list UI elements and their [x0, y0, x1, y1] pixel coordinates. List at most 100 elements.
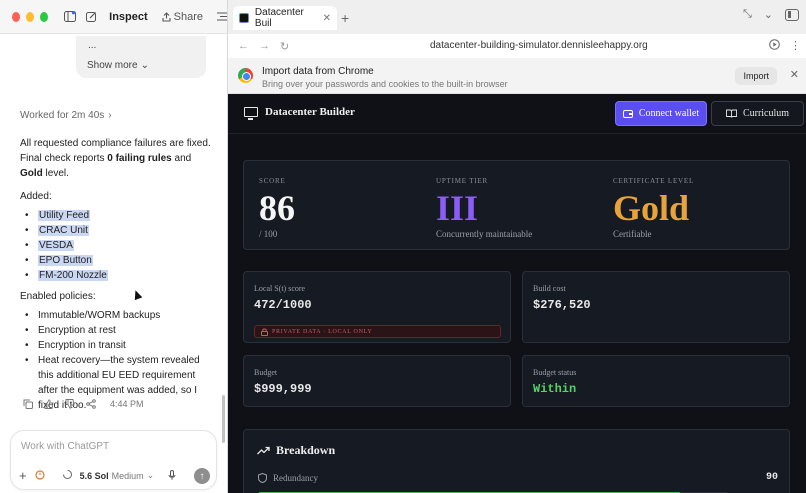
previous-message-ellipsis: ...	[88, 40, 97, 51]
new-tab-icon[interactable]: +	[341, 10, 349, 26]
build-cost-card: Build cost $276,520	[522, 271, 790, 343]
window-controls: ⤡ ⌄	[743, 8, 799, 21]
model-label: 5.6 Sol	[79, 470, 109, 481]
add-attachment-icon[interactable]: +	[19, 468, 27, 483]
thumbs-down-icon[interactable]	[64, 398, 76, 410]
chevron-down-icon[interactable]: ⌄	[764, 8, 773, 21]
uptime-value: III	[436, 188, 479, 228]
connect-wallet-button[interactable]: Connect wallet	[615, 101, 707, 126]
list-item: Immutable/WORM backups	[20, 308, 216, 323]
new-chat-icon[interactable]	[86, 11, 97, 22]
close-tab-icon[interactable]: ✕	[323, 13, 331, 24]
play-icon[interactable]	[769, 39, 780, 53]
close-banner-icon[interactable]: ✕	[790, 68, 799, 81]
copy-icon[interactable]	[22, 398, 34, 410]
share-message-icon[interactable]	[85, 398, 97, 410]
certificate-sub: Certifiable	[613, 229, 652, 239]
list-options-icon[interactable]	[217, 12, 227, 21]
monitor-icon	[244, 107, 258, 120]
redundancy-value: 90	[765, 472, 778, 483]
microphone-icon[interactable]	[168, 469, 176, 482]
share-button[interactable]: Share	[162, 11, 203, 23]
lock-icon	[261, 328, 268, 336]
breakdown-card: Breakdown Redundancy 90	[243, 429, 790, 493]
show-more-button[interactable]: Show more ⌄	[87, 60, 149, 71]
import-button[interactable]: Import	[735, 67, 777, 85]
list-item: CRAC Unit	[20, 223, 216, 238]
list-item: EPO Button	[20, 253, 216, 268]
thumbs-up-icon[interactable]	[43, 398, 55, 410]
failing-rules-count: 0 failing rules	[107, 153, 172, 164]
message-timestamp: 4:44 PM	[110, 399, 144, 409]
close-window-button[interactable]	[12, 11, 21, 22]
model-selector[interactable]: 5.6 Sol Medium ⌄	[80, 470, 155, 481]
budget-card: Budget $999,999	[243, 355, 511, 407]
brand-name: Datacenter Builder	[265, 106, 355, 118]
list-item: Utility Feed	[20, 208, 216, 223]
address-actions: ⋮	[769, 39, 801, 53]
connect-wallet-label: Connect wallet	[638, 108, 700, 119]
import-title: Import data from Chrome	[262, 66, 374, 77]
curriculum-button[interactable]: Curriculum	[711, 101, 804, 126]
list-item: Encryption in transit	[20, 338, 216, 353]
app-header: Datacenter Builder Connect wallet Curric…	[228, 94, 806, 134]
uptime-label: UPTIME TIER	[436, 177, 489, 185]
chat-scrollbar[interactable]	[222, 395, 225, 443]
composer[interactable]: Work with ChatGPT + 5.6 Sol Medium ⌄ ↑	[10, 430, 217, 490]
chevron-down-icon: ⌄	[140, 60, 149, 71]
tab-datacenter-builder[interactable]: Datacenter Buil ✕	[233, 6, 337, 30]
browser-window: Datacenter Buil ✕ + ⤡ ⌄ ← → ↻ datacenter…	[227, 0, 806, 493]
loading-spinner-icon	[62, 469, 72, 481]
curriculum-label: Curriculum	[742, 108, 790, 119]
budget-value: $999,999	[254, 382, 312, 396]
message-actions: 4:44 PM	[22, 398, 144, 410]
brand[interactable]: Datacenter Builder	[244, 106, 355, 120]
site-favicon-icon	[239, 13, 249, 23]
build-cost-label: Build cost	[533, 284, 566, 293]
datacenter-builder-app: Datacenter Builder Connect wallet Curric…	[228, 94, 806, 493]
reload-icon[interactable]: ↻	[280, 40, 289, 53]
budget-status-label: Budget status	[533, 368, 577, 377]
redundancy-row: Redundancy 90	[258, 472, 778, 483]
trending-up-icon	[257, 446, 270, 455]
list-item: FM-200 Nozzle	[20, 268, 216, 283]
certificate-value: Gold	[613, 188, 690, 228]
forward-icon[interactable]: →	[259, 40, 270, 52]
score-card: SCORE 86 / 100 UPTIME TIER III Concurren…	[243, 160, 790, 250]
score-label: SCORE	[259, 177, 286, 185]
toggle-sidebar-icon[interactable]	[785, 8, 799, 21]
send-button[interactable]: ↑	[194, 468, 210, 484]
worked-for-label: Worked for 2m 40s	[20, 110, 105, 121]
local-score-card: Local S(t) score 472/1000 PRIVATE DATA ·…	[243, 271, 511, 343]
zoom-window-button[interactable]	[40, 11, 49, 22]
build-cost-value: $276,520	[533, 298, 591, 312]
certificate-label: CERTIFICATE LEVEL	[613, 177, 695, 185]
redundancy-label: Redundancy	[273, 472, 318, 483]
back-icon[interactable]: ←	[238, 40, 249, 52]
import-banner: Import data from Chrome Bring over your …	[228, 58, 806, 94]
assistant-message: All requested compliance failures are fi…	[20, 136, 216, 419]
book-icon	[725, 109, 737, 118]
composer-input[interactable]: Work with ChatGPT	[21, 441, 109, 452]
more-options-icon[interactable]: ⋮	[790, 39, 801, 53]
chat-title: Inspect	[109, 10, 148, 23]
summary-text-3: level.	[42, 168, 69, 179]
effort-label: Medium	[111, 470, 144, 481]
added-heading: Added:	[20, 191, 52, 202]
collapse-icon[interactable]: ⤡	[743, 8, 752, 21]
share-icon	[162, 11, 171, 22]
policies-heading: Enabled policies:	[20, 291, 96, 302]
local-score-value: 472/1000	[254, 298, 312, 312]
breakdown-title: Breakdown	[276, 443, 336, 457]
worked-for-toggle[interactable]: Worked for 2m 40s ›	[20, 110, 112, 121]
show-more-label: Show more	[87, 60, 138, 71]
budget-status-value: Within	[533, 382, 577, 396]
composer-toolbar: + 5.6 Sol Medium ⌄	[19, 468, 209, 483]
import-subtitle: Bring over your passwords and cookies to…	[262, 79, 508, 89]
minimize-window-button[interactable]	[26, 11, 35, 22]
wallet-icon	[622, 110, 633, 118]
sidebar-toggle-icon[interactable]	[64, 11, 77, 22]
url-field[interactable]: datacenter-building-simulator.dennisleeh…	[430, 40, 648, 51]
summary-text-2: and	[171, 153, 192, 164]
timer-icon[interactable]	[34, 469, 45, 482]
